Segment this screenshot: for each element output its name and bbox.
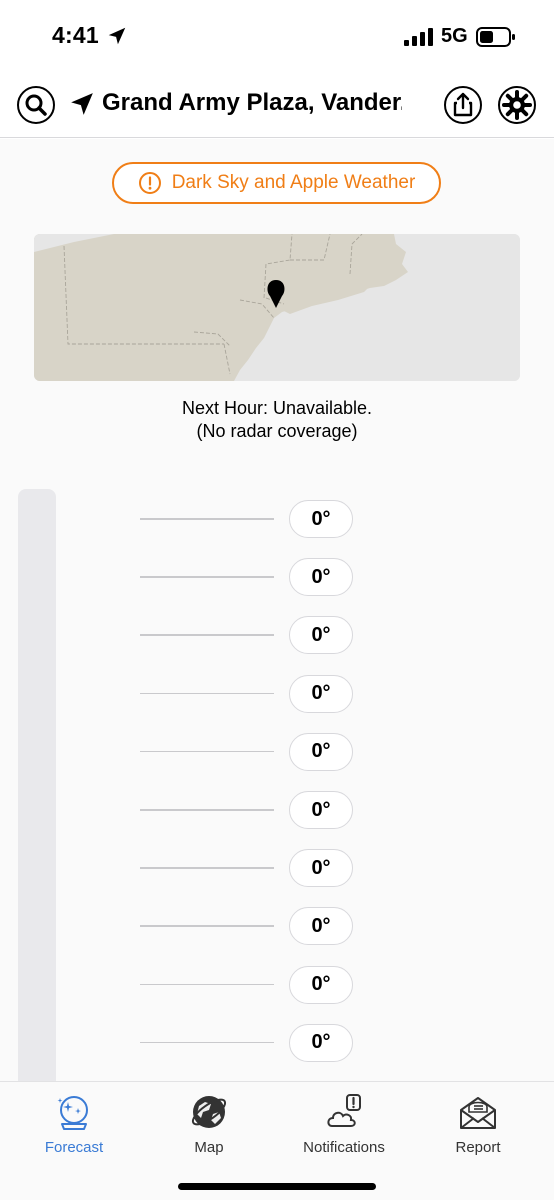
tab-notifications[interactable]: Notifications [274,1088,414,1158]
data-source-label: Dark Sky and Apple Weather [171,172,416,193]
temperature-value: 0° [289,674,353,713]
radar-coverage-note: (No radar coverage) [196,421,358,441]
next-hour-summary: Next Hour: Unavailable. (No radar covera… [0,397,554,443]
temperature-value: 0° [289,616,353,655]
radar-map-image [34,234,520,381]
data-source-button[interactable]: Dark Sky and Apple Weather [112,162,441,204]
temperature-row: 0° [140,790,370,830]
header: Grand Army Plaza, Vander... [0,74,554,138]
tab-notifications-label: Notifications [303,1139,385,1156]
temperature-value: 0° [289,965,353,1004]
cellular-signal-icon [404,28,433,46]
temperature-row: 0° [140,848,370,888]
location-services-icon [108,27,126,45]
temperature-bar [140,867,274,869]
temperature-row: 0° [140,1023,370,1063]
next-hour-status: Next Hour: Unavailable. [181,398,373,418]
globe-icon [191,1096,227,1128]
temperature-row: 0° [140,557,370,597]
temperature-value: 0° [289,907,353,946]
status-time: 4:41 [52,22,99,48]
status-bar: 4:41 5G [0,0,554,74]
share-icon[interactable] [443,85,483,125]
temperature-bar [140,634,274,636]
network-type: 5G [441,25,468,47]
temperature-row: 0° [140,906,370,946]
temperature-row: 0° [140,615,370,655]
crystal-ball-icon [57,1096,88,1130]
search-icon[interactable] [16,85,56,125]
tab-report-label: Report [455,1139,501,1156]
temperature-bar [140,983,274,986]
temperature-bar [140,750,274,753]
temperature-value: 0° [289,558,353,597]
mail-icon [460,1097,496,1129]
location-title[interactable]: Grand Army Plaza, Vander... [102,89,402,117]
temperature-value: 0° [289,849,353,888]
cloud-alert-icon [327,1094,361,1127]
temperature-row: 0° [140,499,370,539]
temperature-bar [140,925,274,927]
timeline-bar [18,489,56,1081]
temperature-row: 0° [140,732,370,772]
forecast-content: Dark Sky and Apple Weather Next Hour: Un… [0,139,554,1081]
temperature-value: 0° [289,1023,353,1062]
gear-icon[interactable] [497,85,537,125]
temperature-bar [140,809,274,811]
battery-icon [476,27,515,47]
temperature-bar [140,576,274,578]
radar-map[interactable] [34,234,520,381]
tab-forecast-label: Forecast [44,1139,104,1156]
tab-map-label: Map [194,1139,224,1156]
temperature-row: 0° [140,674,370,714]
temperature-bar [140,692,274,695]
temperature-bar [140,518,274,520]
warning-icon [138,172,161,194]
temperature-bar [140,1041,274,1044]
current-location-icon[interactable] [69,91,95,117]
tab-forecast[interactable]: Forecast [4,1088,144,1158]
temperature-row: 0° [140,965,370,1005]
temperature-value: 0° [289,500,353,538]
tab-map[interactable]: Map [139,1088,279,1158]
home-indicator [178,1183,376,1190]
tab-bar: Forecast Map Notifications Report [0,1081,554,1200]
temperature-value: 0° [289,732,353,771]
tab-report[interactable]: Report [408,1088,548,1158]
temperature-value: 0° [289,791,353,829]
